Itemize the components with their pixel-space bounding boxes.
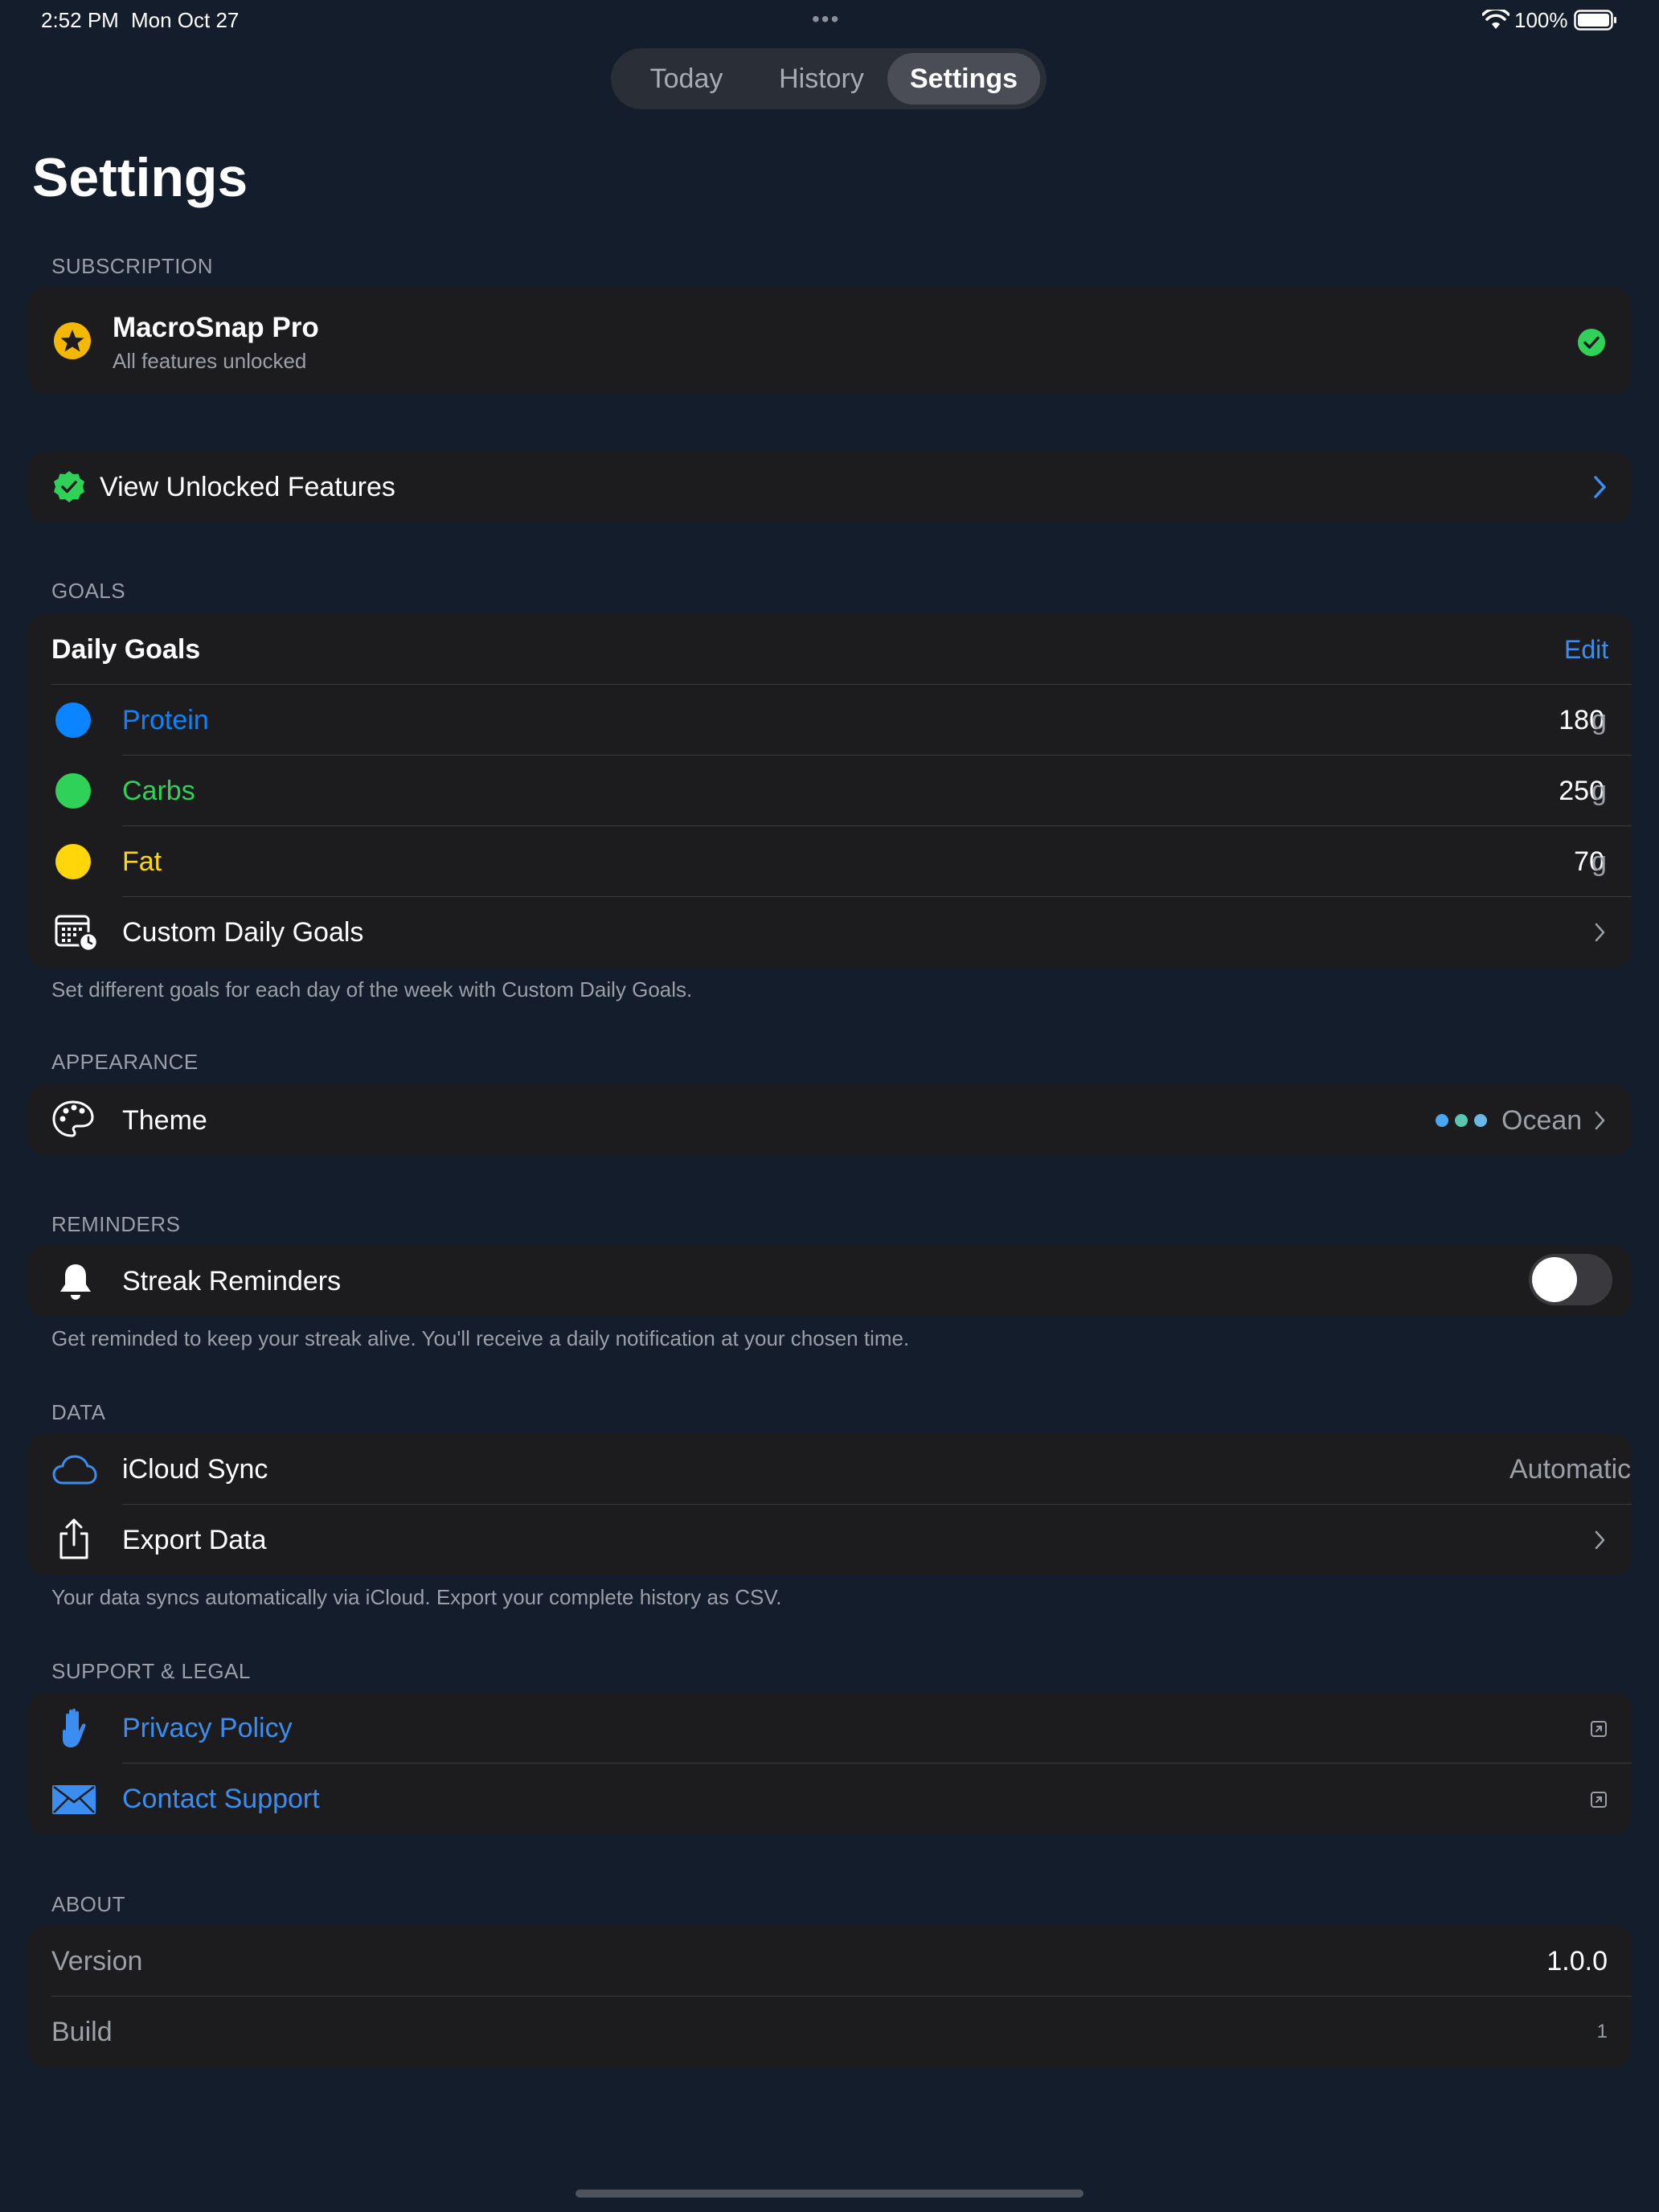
privacy-policy-link[interactable]: Privacy Policy <box>122 1693 293 1763</box>
calendar-clock-icon <box>55 915 98 952</box>
streak-reminders-row: Streak Reminders <box>27 1246 1632 1317</box>
chevron-right-icon <box>1595 1530 1605 1550</box>
theme-row[interactable]: Theme Ocean <box>27 1085 1632 1156</box>
support-card: Privacy Policy Contact Support <box>27 1693 1632 1834</box>
share-icon <box>59 1518 88 1559</box>
home-indicator[interactable] <box>576 2189 1083 2198</box>
custom-daily-goals-label: Custom Daily Goals <box>122 917 364 948</box>
goal-unit: g <box>1591 776 1607 806</box>
daily-goals-title: Daily Goals <box>51 634 201 665</box>
goal-name: Protein <box>122 705 209 735</box>
theme-swatch-3 <box>1474 1114 1487 1127</box>
goal-name: Carbs <box>122 776 195 806</box>
multitasking-dots-icon[interactable]: ••• <box>812 8 840 31</box>
goals-footer-text: Set different goals for each day of the … <box>51 977 693 1002</box>
status-bar: 2:52 PM Mon Oct 27 ••• 100% <box>0 0 1659 42</box>
goal-row-fat[interactable]: Fat 70 g <box>27 826 1632 897</box>
custom-daily-goals-row[interactable]: Custom Daily Goals <box>27 897 1632 968</box>
external-link-icon <box>1591 1721 1607 1737</box>
goal-value: 180 <box>1559 705 1604 735</box>
status-date: Mon Oct 27 <box>131 8 240 32</box>
subscription-subtitle: All features unlocked <box>113 349 307 373</box>
wifi-icon <box>1482 10 1509 29</box>
appearance-header: APPEARANCE <box>51 1050 199 1074</box>
support-header: SUPPORT & LEGAL <box>51 1659 251 1683</box>
data-header: DATA <box>51 1400 106 1424</box>
goal-value: 70 <box>1574 846 1604 877</box>
goal-row-protein[interactable]: Protein 180 g <box>27 685 1632 756</box>
verified-badge-icon <box>54 471 84 502</box>
subscription-header: SUBSCRIPTION <box>51 254 214 278</box>
version-value: 1.0.0 <box>1546 1946 1608 1976</box>
settings-screen: 2:52 PM Mon Oct 27 ••• 100% Today Histor… <box>0 0 1659 2212</box>
battery-percent: 100% <box>1514 8 1568 32</box>
icloud-sync-label: iCloud Sync <box>122 1454 268 1485</box>
page-title: Settings <box>32 147 248 208</box>
icloud-sync-row[interactable]: iCloud Sync Automatic <box>27 1434 1632 1505</box>
chevron-right-icon <box>1595 1111 1605 1130</box>
battery-icon <box>1574 10 1616 31</box>
carbs-color-dot <box>55 773 91 809</box>
streak-reminders-toggle[interactable] <box>1529 1254 1612 1305</box>
about-header: ABOUT <box>51 1892 126 1916</box>
tab-switcher: Today History Settings <box>611 48 1047 109</box>
toggle-knob <box>1532 1257 1577 1302</box>
theme-value: Ocean <box>1501 1105 1583 1136</box>
fat-color-dot <box>55 844 91 879</box>
cloud-icon <box>52 1455 97 1485</box>
view-unlocked-features-row[interactable]: View Unlocked Features <box>27 452 1632 522</box>
goal-unit: g <box>1591 846 1607 877</box>
subscription-title: MacroSnap Pro <box>113 312 319 343</box>
export-data-row[interactable]: Export Data <box>27 1505 1632 1575</box>
theme-swatch-2 <box>1455 1114 1468 1127</box>
view-unlocked-features-label: View Unlocked Features <box>100 472 395 502</box>
goal-name: Fat <box>122 846 162 877</box>
build-label: Build <box>51 2017 113 2047</box>
chevron-right-icon <box>1595 923 1605 942</box>
about-card: Version 1.0.0 Build 1 <box>27 1926 1632 2067</box>
subscription-card[interactable]: MacroSnap Pro All features unlocked <box>27 288 1632 394</box>
tab-history[interactable]: History <box>756 53 887 104</box>
theme-swatch-1 <box>1436 1114 1448 1127</box>
theme-label: Theme <box>122 1105 207 1136</box>
external-link-icon <box>1591 1792 1607 1808</box>
bell-icon <box>60 1264 91 1300</box>
privacy-policy-row[interactable]: Privacy Policy <box>27 1693 1632 1763</box>
tab-settings[interactable]: Settings <box>887 53 1040 104</box>
data-footer-text: Your data syncs automatically via iCloud… <box>51 1585 782 1609</box>
tab-today[interactable]: Today <box>622 53 751 104</box>
palette-icon <box>52 1100 94 1137</box>
icloud-sync-value: Automatic <box>1509 1454 1632 1485</box>
goal-row-carbs[interactable]: Carbs 250 g <box>27 756 1632 826</box>
reminders-header: REMINDERS <box>51 1212 181 1236</box>
status-time: 2:52 PM <box>41 8 119 32</box>
star-badge-icon <box>54 322 91 359</box>
protein-color-dot <box>55 703 91 738</box>
daily-goals-header-row: Daily Goals Edit <box>27 614 1632 685</box>
goal-value: 250 <box>1559 776 1604 806</box>
contact-support-row[interactable]: Contact Support <box>27 1763 1632 1834</box>
envelope-icon <box>52 1785 96 1814</box>
build-row: Build 1 <box>27 1997 1632 2067</box>
goals-card: Daily Goals Edit Protein 180 g Carbs 250… <box>27 614 1632 968</box>
version-row: Version 1.0.0 <box>27 1926 1632 1997</box>
hand-raised-icon <box>63 1708 86 1747</box>
edit-goals-button[interactable]: Edit <box>1564 614 1608 685</box>
goal-unit: g <box>1591 705 1607 735</box>
version-label: Version <box>51 1946 143 1976</box>
build-value: 1 <box>1596 2021 1608 2042</box>
checkmark-circle-icon <box>1578 329 1605 356</box>
goals-header: GOALS <box>51 579 126 603</box>
chevron-right-icon <box>1594 476 1606 498</box>
reminders-footer-text: Get reminded to keep your streak alive. … <box>51 1326 910 1350</box>
streak-reminders-label: Streak Reminders <box>122 1266 342 1296</box>
data-card: iCloud Sync Automatic Export Data <box>27 1434 1632 1575</box>
export-data-label: Export Data <box>122 1525 267 1555</box>
contact-support-link[interactable]: Contact Support <box>122 1763 320 1834</box>
